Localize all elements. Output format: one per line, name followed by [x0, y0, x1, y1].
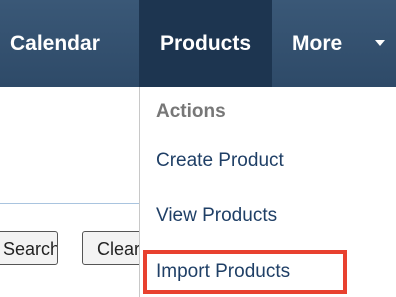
search-button[interactable]: Search [0, 231, 58, 265]
divider [0, 203, 139, 204]
clear-button[interactable]: Clear [82, 231, 142, 265]
nav-tab-calendar[interactable]: Calendar [10, 0, 100, 87]
menu-section-header: Actions [156, 101, 226, 122]
screen: Calendar Products More Search Clear Acti… [0, 0, 396, 297]
menu-item-view-products[interactable]: View Products [156, 205, 277, 227]
menu-item-create-product[interactable]: Create Product [156, 150, 284, 172]
chevron-down-icon[interactable] [375, 40, 385, 46]
nav-tab-products[interactable]: Products [139, 0, 272, 87]
nav-tab-more[interactable]: More [292, 0, 342, 87]
top-navbar: Calendar Products More [0, 0, 396, 87]
highlight-annotation [143, 250, 347, 294]
